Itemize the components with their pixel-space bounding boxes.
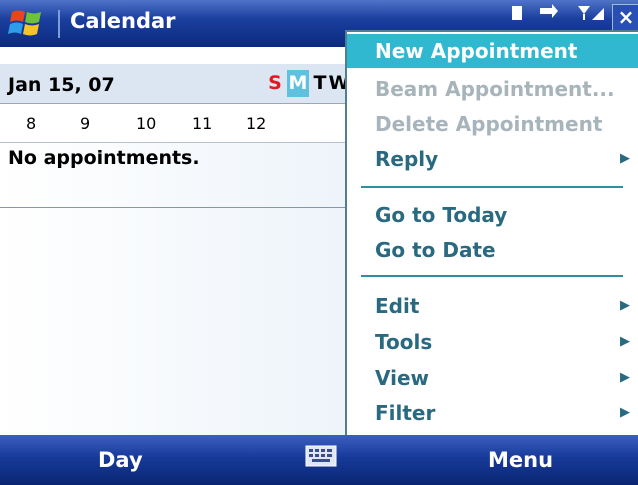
app-title: Calendar <box>70 9 176 33</box>
close-icon[interactable]: × <box>612 4 638 32</box>
menu-item-new-appointment[interactable]: New Appointment <box>347 34 638 68</box>
menu-item-beam-appointment[interactable]: Beam Appointment... <box>347 72 638 106</box>
signal-icon <box>578 6 604 20</box>
menu-item-label: Edit <box>375 294 420 318</box>
keyboard-icon[interactable] <box>305 443 337 469</box>
hour-label[interactable]: 12 <box>246 114 266 133</box>
menu-item-edit[interactable]: Edit ▶ <box>347 289 638 323</box>
menu-item-label: Beam Appointment... <box>375 77 615 101</box>
softkey-left-day[interactable]: Day <box>98 448 143 472</box>
menu-item-label: Go to Date <box>375 238 496 262</box>
menu-item-filter[interactable]: Filter ▶ <box>347 396 638 430</box>
hours-row: 8 9 10 11 12 <box>0 104 345 143</box>
date-row: Jan 15, 07 S M T W <box>0 64 349 104</box>
hour-label[interactable]: 10 <box>136 114 156 133</box>
menu-item-label: Reply <box>375 147 439 171</box>
menu-item-label: Go to Today <box>375 203 508 227</box>
connectivity-icon <box>512 4 558 20</box>
softkey-right-menu[interactable]: Menu <box>488 448 553 472</box>
menu-item-label: Filter <box>375 401 436 425</box>
menu-separator <box>361 186 623 188</box>
submenu-arrow-icon: ▶ <box>620 334 630 349</box>
windows-start-icon[interactable] <box>8 6 46 40</box>
divider <box>0 207 345 208</box>
hour-label[interactable]: 8 <box>26 114 36 133</box>
weekday-sunday[interactable]: S <box>264 70 286 97</box>
menu-item-view[interactable]: View ▶ <box>347 361 638 395</box>
menu-item-reply[interactable]: Reply ▶ <box>347 142 638 176</box>
submenu-arrow-icon: ▶ <box>620 405 630 420</box>
day-view[interactable] <box>0 143 345 435</box>
submenu-arrow-icon: ▶ <box>620 370 630 385</box>
submenu-arrow-icon: ▶ <box>620 298 630 313</box>
menu-item-label: Tools <box>375 330 433 354</box>
current-date[interactable]: Jan 15, 07 <box>8 74 115 96</box>
weekday-monday[interactable]: M <box>287 70 309 97</box>
menu-item-tools[interactable]: Tools ▶ <box>347 325 638 359</box>
menu-item-go-to-date[interactable]: Go to Date <box>347 233 638 267</box>
context-menu: New Appointment Beam Appointment... Dele… <box>345 30 638 435</box>
hour-label[interactable]: 9 <box>80 114 90 133</box>
softkey-bar: Day Menu <box>0 435 638 485</box>
submenu-arrow-icon: ▶ <box>620 151 630 166</box>
menu-item-go-to-today[interactable]: Go to Today <box>347 198 638 232</box>
menu-item-label: Delete Appointment <box>375 112 603 136</box>
hour-label[interactable]: 11 <box>192 114 212 133</box>
menu-item-label: New Appointment <box>375 39 578 63</box>
menu-item-label: View <box>375 366 430 390</box>
menu-separator <box>361 275 623 277</box>
title-separator <box>58 10 60 38</box>
empty-message: No appointments. <box>8 147 200 169</box>
menu-item-delete-appointment[interactable]: Delete Appointment <box>347 107 638 141</box>
